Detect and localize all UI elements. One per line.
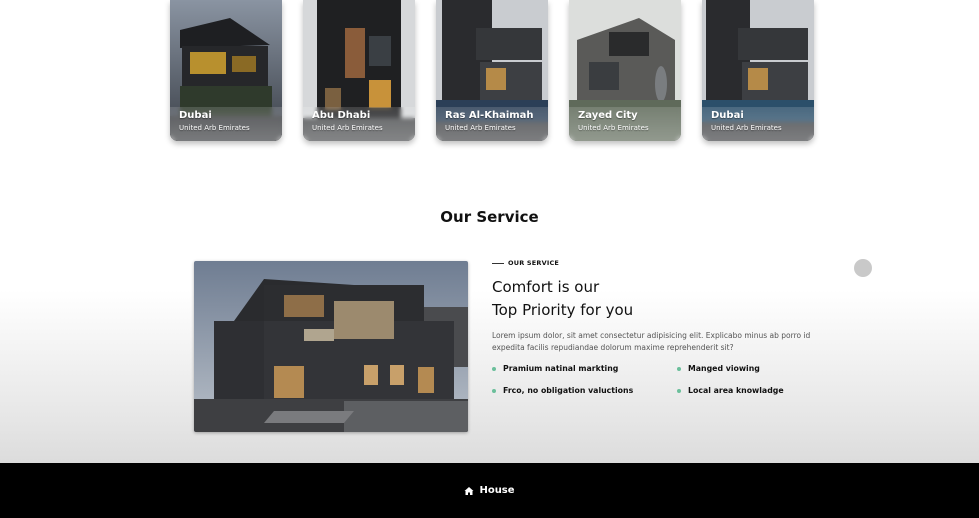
feature-item: Local area knowladge [677, 386, 827, 395]
house-icon [464, 486, 474, 495]
section-title: Our Service [440, 208, 539, 226]
destination-card[interactable]: Abu Dhabi United Arb Emirates [303, 0, 415, 141]
card-country: United Arb Emirates [312, 124, 383, 132]
heading-line: Top Priority for you [492, 301, 634, 319]
destination-card[interactable]: Ras Al-Khaimah United Arb Emirates [436, 0, 548, 141]
card-country: United Arb Emirates [445, 124, 516, 132]
card-city: Ras Al-Khaimah [445, 110, 534, 121]
service-heading: Comfort is our Top Priority for you [492, 276, 822, 322]
card-caption: Abu Dhabi United Arb Emirates [303, 107, 415, 141]
card-city: Abu Dhabi [312, 110, 371, 121]
footer: House [0, 463, 979, 518]
eyebrow-line [492, 262, 504, 264]
card-country: United Arb Emirates [711, 124, 782, 132]
service-photo [194, 261, 468, 432]
card-city: Dubai [179, 110, 212, 121]
eyebrow-label: OUR SERVICE [508, 259, 560, 267]
card-caption: Dubai United Arb Emirates [170, 107, 282, 141]
card-city: Dubai [711, 110, 744, 121]
footer-brand[interactable]: House [479, 485, 514, 496]
card-caption: Ras Al-Khaimah United Arb Emirates [436, 107, 548, 141]
heading-line: Comfort is our [492, 278, 600, 296]
destination-card[interactable]: Zayed City United Arb Emirates [569, 0, 681, 141]
destination-card[interactable]: Dubai United Arb Emirates [170, 0, 282, 141]
destination-card[interactable]: Dubai United Arb Emirates [702, 0, 814, 141]
section-eyebrow: OUR SERVICE [492, 259, 822, 267]
service-content: OUR SERVICE Comfort is our Top Priority … [492, 259, 822, 395]
card-country: United Arb Emirates [179, 124, 250, 132]
feature-label: Frco, no obligation valuctions [503, 386, 634, 395]
card-country: United Arb Emirates [578, 124, 649, 132]
bullet-dot-icon [492, 366, 496, 371]
feature-label: Pramium natinal markting [503, 364, 619, 373]
destination-cards: Dubai United Arb Emirates Abu Dhabi Unit… [170, 0, 814, 141]
bullet-dot-icon [677, 366, 681, 371]
feature-label: Local area knowladge [688, 386, 784, 395]
bullet-dot-icon [492, 388, 496, 393]
bullet-dot-icon [677, 388, 681, 393]
feature-item: Pramium natinal markting [492, 364, 677, 373]
scroll-button[interactable] [854, 259, 872, 277]
card-city: Zayed City [578, 110, 638, 121]
feature-item: Manged viowing [677, 364, 827, 373]
card-caption: Dubai United Arb Emirates [702, 107, 814, 141]
card-caption: Zayed City United Arb Emirates [569, 107, 681, 141]
service-description: Lorem ipsum dolor, sit amet consectetur … [492, 331, 811, 352]
feature-list: Pramium natinal markting Manged viowing … [492, 364, 822, 395]
feature-label: Manged viowing [688, 364, 760, 373]
feature-item: Frco, no obligation valuctions [492, 386, 677, 395]
